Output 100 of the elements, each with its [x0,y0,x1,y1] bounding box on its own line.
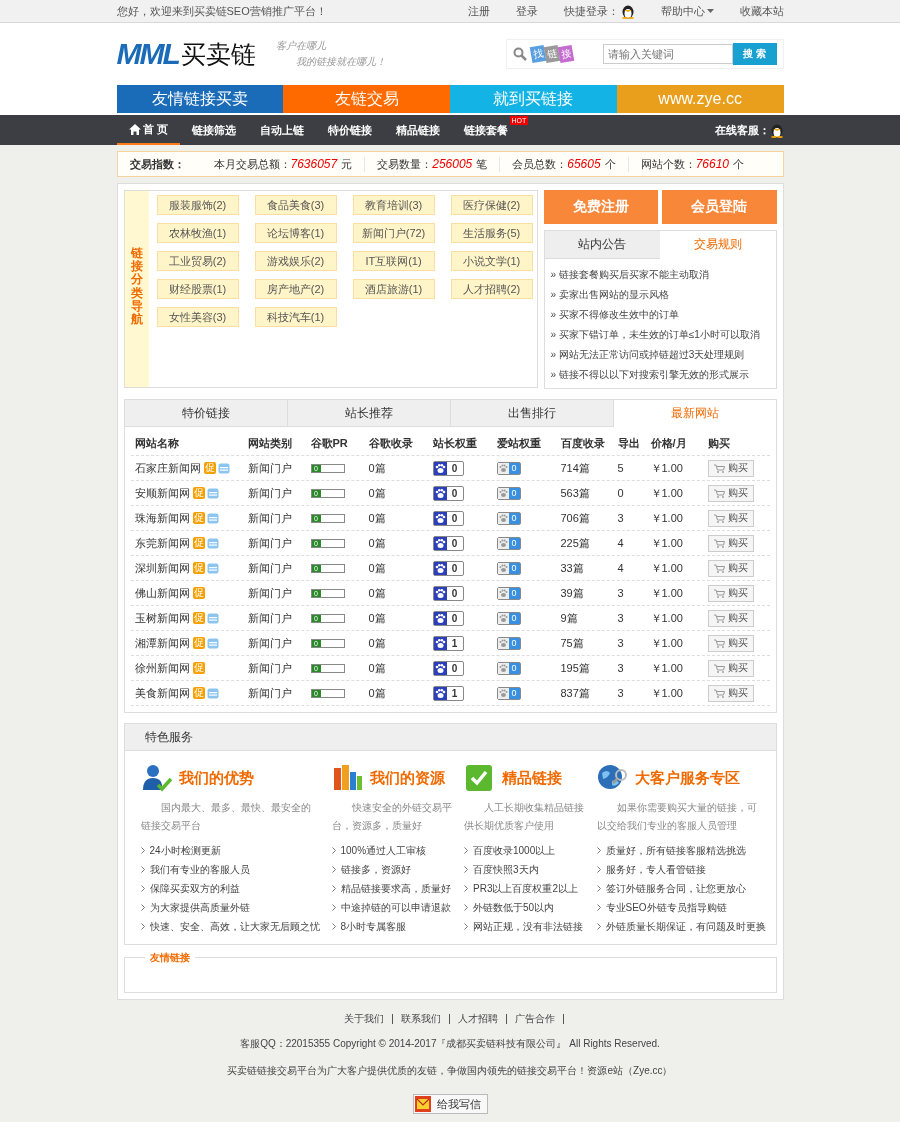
column-header: 谷歌PR [309,435,349,451]
category-link[interactable]: IT互联网(1) [352,251,435,271]
buy-button[interactable]: 购买 [707,559,754,577]
slogan-text: 客户在哪儿 [275,39,327,53]
table-cell-text: 新闻门户 [246,660,293,676]
footer-link[interactable]: 广告合作 [507,1014,564,1024]
site-link[interactable]: 徐州新闻网 [134,660,190,676]
category-link[interactable]: 新闻门户(72) [352,223,435,243]
buy-button[interactable]: 购买 [707,484,754,502]
buy-button[interactable]: 购买 [707,684,754,702]
site-link[interactable]: 佛山新闻网 [134,585,190,601]
mail-button[interactable]: 给我写信 [412,1094,488,1114]
site-link[interactable]: 东莞新闻网 [134,535,190,551]
buy-button[interactable]: 购买 [707,459,754,477]
top-link[interactable]: 收藏本站 [739,3,784,19]
category-link[interactable]: 服装服饰(2) [156,195,239,215]
site-link[interactable]: 美食新闻网 [134,685,190,701]
buy-button[interactable]: 购买 [707,634,754,652]
category-link[interactable]: 女性美容(3) [156,307,239,327]
category-link[interactable]: 科技汽车(1) [254,307,337,327]
weight-badge: 0 [432,660,464,676]
service-description: 国内最大、最多、最快、最安全的链接交易平台 [140,801,312,833]
site-link[interactable]: 湘潭新闻网 [134,635,190,651]
table-cell-text: 0篇 [367,485,387,501]
table-cell-text: 0 [616,487,625,499]
notice-link[interactable]: » 买家不得修改生效中的订单 [550,305,770,325]
stat-value: 65605 [567,157,601,171]
nav-item[interactable]: 自动上链 [247,115,316,145]
weight-badge: 0 [496,686,521,700]
penguin-icon [769,122,784,138]
table-cell-text: 3 [616,512,625,524]
nav-item[interactable]: 链接筛选 [179,115,248,145]
category-link[interactable]: 酒店旅游(1) [352,279,435,299]
banner-slogan: 就到买链接 [450,85,617,113]
online-service-label: 在线客服： [714,122,770,138]
site-link[interactable]: 石家庄新闻网 [134,460,201,476]
copyright-text: 客服QQ：22015355 Copyright © 2014-2017『成都买卖链科技有限公司』 All Rights Reserved. [239,1037,661,1051]
notice-link[interactable]: » 网站无法正常访问或掉链超过3天处理规则 [550,345,770,365]
notice-link[interactable]: » 链接不得以以下对搜索引擎无效的形式展示 [550,365,770,385]
footer-link[interactable]: 关于我们 [336,1014,393,1024]
service-point: 网站正规，没有非法链接 [473,919,583,934]
paw-icon [497,562,509,574]
footer-link[interactable]: 人才招聘 [450,1014,507,1024]
stat-label: 交易数量： [377,156,433,172]
table-cell-text: 新闻门户 [246,510,293,526]
category-link[interactable]: 房产地产(2) [254,279,337,299]
penguin-icon [620,3,635,19]
notice-link[interactable]: » 买家下错订单，未生效的订单≤1小时可以取消 [550,325,770,345]
buy-button[interactable]: 购买 [707,509,754,527]
chevron-icon [464,866,468,873]
site-link[interactable]: 珠海新闻网 [134,510,190,526]
category-link[interactable]: 工业贸易(2) [156,251,239,271]
category-link[interactable]: 小说文学(1) [450,251,533,271]
column-header: 导出 [616,435,641,451]
notice-link[interactable]: » 卖家出售网站的显示风格 [550,285,770,305]
category-link[interactable]: 财经股票(1) [156,279,239,299]
nav-item[interactable]: 精品链接 [383,115,452,145]
column-header: 价格/月 [649,435,688,451]
listing-tab[interactable]: 出售排行 [450,400,614,427]
site-link[interactable]: 安顺新闻网 [134,485,190,501]
site-link[interactable]: 玉树新闻网 [134,610,190,626]
category-link[interactable]: 生活服务(5) [450,223,533,243]
promo-badge: 促 [192,512,205,524]
search-field[interactable]: 请输入关键词 [602,44,733,64]
table-cell-text: 0篇 [367,460,387,476]
top-link[interactable]: 快捷登录： [563,3,635,19]
table-cell-text: 0篇 [367,535,387,551]
category-link[interactable]: 医疗保健(2) [450,195,533,215]
buy-button[interactable]: 购买 [707,609,754,627]
buy-button[interactable]: 购买 [707,534,754,552]
nav-item[interactable]: 链接套餐 [451,115,508,145]
category-link[interactable]: 游戏娱乐(2) [254,251,337,271]
tagline-text: 买卖链链接交易平台为广大客户提供优质的友链，争做国内领先的链接交易平台！资源e站（Zye.cc） [226,1064,674,1078]
table-cell-text: 4 [616,562,625,574]
top-link[interactable]: 注册 [467,3,490,19]
category-link[interactable]: 农林牧渔(1) [156,223,239,243]
chevron-icon [464,923,468,930]
top-link[interactable]: 帮助中心 [660,3,714,19]
listing-tab[interactable]: 特价链接 [124,400,288,427]
cart-icon [713,613,725,623]
buy-button[interactable]: 购买 [707,659,754,677]
weight-badge: 0 [496,486,521,500]
category-link[interactable]: 教育培训(3) [352,195,435,215]
stat-label: 会员总数： [512,156,568,172]
footer-link[interactable]: 联系我们 [393,1014,450,1024]
nav-item[interactable]: 特价链接 [315,115,384,145]
table-cell-text: ￥1.00 [649,660,684,676]
notice-tab[interactable]: 站内公告 [544,231,660,259]
buy-button[interactable]: 购买 [707,584,754,602]
category-link[interactable]: 论坛博客(1) [254,223,337,243]
site-link[interactable]: 深圳新闻网 [134,560,190,576]
service-title: 大客户服务专区 [634,768,740,788]
category-link[interactable]: 人才招聘(2) [450,279,533,299]
table-cell-text: 0篇 [367,585,387,601]
notice-link[interactable]: » 链接套餐购买后买家不能主动取消 [550,265,770,285]
category-link[interactable]: 食品美食(3) [254,195,337,215]
promo-badge: 促 [192,612,205,624]
listing-tab[interactable]: 站长推荐 [287,400,451,427]
top-link[interactable]: 登录 [515,3,538,19]
table-cell-text: 195篇 [559,660,591,676]
